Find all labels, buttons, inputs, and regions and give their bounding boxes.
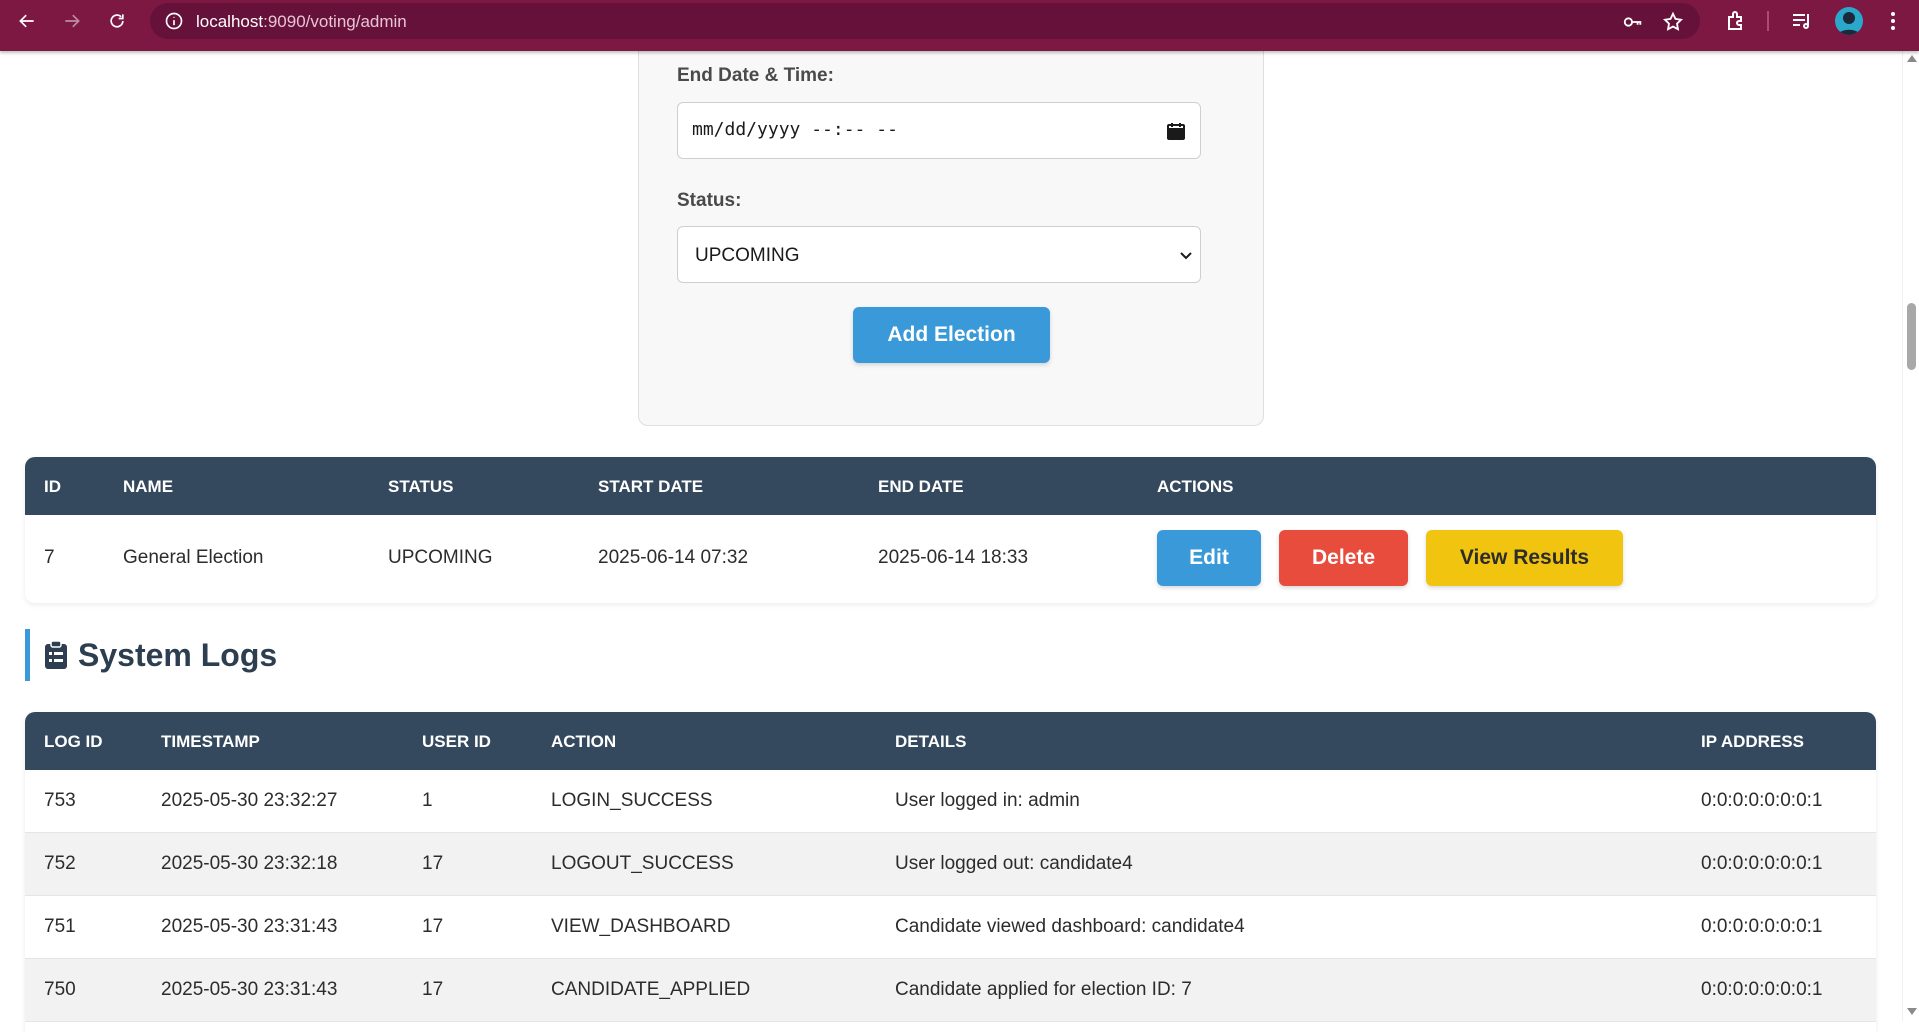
log-id: 751 xyxy=(44,916,76,937)
url-path: :9090/voting/admin xyxy=(263,12,407,31)
toolbar-divider xyxy=(1767,11,1769,31)
election-start-date: 2025-06-14 07:32 xyxy=(598,547,749,568)
reload-icon xyxy=(110,14,124,28)
forward-button[interactable] xyxy=(57,6,87,36)
table-row: 753 2025-05-30 23:32:27 1 LOGIN_SUCCESS … xyxy=(25,770,1876,833)
url-host: localhost xyxy=(196,12,264,31)
log-action: VIEW_DASHBOARD xyxy=(551,916,731,937)
elections-table-header: ID NAME STATUS START DATE END DATE ACTIO… xyxy=(25,457,1876,515)
col-actions: ACTIONS xyxy=(1157,477,1234,496)
user-avatar-icon xyxy=(1838,12,1860,35)
table-row: 7 General Election UPCOMING 2025-06-14 0… xyxy=(25,515,1876,603)
col-end-date: END DATE xyxy=(878,477,964,496)
key-icon[interactable] xyxy=(1622,11,1644,33)
col-status: STATUS xyxy=(388,477,454,496)
end-date-input[interactable]: mm/dd/yyyy --:-- -- xyxy=(677,102,1201,159)
election-name: General Election xyxy=(123,547,264,568)
clipboard-list-icon xyxy=(45,640,67,669)
election-id: 7 xyxy=(44,547,55,568)
chevron-down-icon xyxy=(1180,252,1192,260)
log-timestamp: 2025-05-30 23:32:18 xyxy=(161,853,338,874)
system-logs-title: System Logs xyxy=(78,636,278,673)
browser-toolbar: localhost:9090/voting/admin xyxy=(0,0,1919,51)
log-action: LOGOUT_SUCCESS xyxy=(551,853,734,874)
calendar-icon[interactable] xyxy=(1166,121,1186,141)
log-timestamp: 2025-05-30 23:31:43 xyxy=(161,979,338,1000)
extensions-icon[interactable] xyxy=(1725,9,1749,33)
col-start-date: START DATE xyxy=(598,477,704,496)
col-user-id: USER ID xyxy=(422,732,491,751)
scrollbar-thumb[interactable] xyxy=(1907,303,1916,370)
status-select-value: UPCOMING xyxy=(695,245,800,266)
elections-table: ID NAME STATUS START DATE END DATE ACTIO… xyxy=(25,457,1876,603)
reload-button[interactable] xyxy=(102,6,132,36)
col-action: ACTION xyxy=(551,732,617,751)
logs-table-header: LOG ID TIMESTAMP USER ID ACTION DETAILS … xyxy=(25,712,1876,770)
log-id: 752 xyxy=(44,853,76,874)
table-row: 752 2025-05-30 23:32:18 17 LOGOUT_SUCCES… xyxy=(25,833,1876,896)
table-row: 750 2025-05-30 23:31:43 17 CANDIDATE_APP… xyxy=(25,959,1876,1022)
log-ip: 0:0:0:0:0:0:0:1 xyxy=(1701,916,1823,937)
col-id: ID xyxy=(44,477,61,496)
edit-button[interactable]: Edit xyxy=(1157,530,1261,586)
col-ip-address: IP ADDRESS xyxy=(1701,732,1804,751)
col-name: NAME xyxy=(123,477,174,496)
end-date-value: mm/dd/yyyy --:-- -- xyxy=(692,119,898,140)
arrow-right-icon xyxy=(65,14,80,28)
election-status: UPCOMING xyxy=(388,547,493,568)
log-user-id: 17 xyxy=(422,916,444,937)
log-timestamp: 2025-05-30 23:32:27 xyxy=(161,790,338,811)
delete-button[interactable]: Delete xyxy=(1279,530,1408,586)
election-end-date: 2025-06-14 18:33 xyxy=(878,547,1029,568)
log-id: 750 xyxy=(44,979,76,1000)
scroll-down-arrow[interactable] xyxy=(1907,1008,1917,1015)
col-details: DETAILS xyxy=(895,732,967,751)
log-ip: 0:0:0:0:0:0:0:1 xyxy=(1701,979,1823,1000)
end-date-label: End Date & Time: xyxy=(677,65,834,86)
view-results-button[interactable]: View Results xyxy=(1426,530,1623,586)
url-text: localhost:9090/voting/admin xyxy=(196,12,407,32)
log-user-id: 17 xyxy=(422,853,444,874)
status-select[interactable]: UPCOMING xyxy=(677,226,1201,283)
log-user-id: 1 xyxy=(422,790,433,811)
back-button[interactable] xyxy=(12,6,42,36)
log-ip: 0:0:0:0:0:0:0:1 xyxy=(1701,790,1823,811)
log-user-id: 17 xyxy=(422,979,444,1000)
table-row: 751 2025-05-30 23:31:43 17 VIEW_DASHBOAR… xyxy=(25,896,1876,959)
status-label: Status: xyxy=(677,190,742,211)
profile-avatar[interactable] xyxy=(1835,7,1863,35)
add-election-form: End Date & Time: mm/dd/yyyy --:-- -- Sta… xyxy=(638,25,1264,426)
site-info-icon[interactable] xyxy=(164,11,184,31)
col-timestamp: TIMESTAMP xyxy=(161,732,260,751)
col-log-id: LOG ID xyxy=(44,732,103,751)
log-action: LOGIN_SUCCESS xyxy=(551,790,713,811)
add-election-button[interactable]: Add Election xyxy=(853,307,1050,363)
system-logs-table: LOG ID TIMESTAMP USER ID ACTION DETAILS … xyxy=(25,712,1876,1032)
log-details: Candidate applied for election ID: 7 xyxy=(895,979,1192,1000)
system-logs-heading: System Logs xyxy=(25,629,277,681)
media-playlist-icon[interactable] xyxy=(1790,9,1814,33)
arrow-left-icon xyxy=(19,14,34,28)
log-timestamp: 2025-05-30 23:31:43 xyxy=(161,916,338,937)
scroll-up-arrow[interactable] xyxy=(1907,55,1917,62)
log-details: Candidate viewed dashboard: candidate4 xyxy=(895,916,1245,937)
page-scrollbar[interactable] xyxy=(1902,51,1919,1021)
log-details: User logged out: candidate4 xyxy=(895,853,1133,874)
log-details: User logged in: admin xyxy=(895,790,1080,811)
log-ip: 0:0:0:0:0:0:0:1 xyxy=(1701,853,1823,874)
address-bar[interactable]: localhost:9090/voting/admin xyxy=(150,3,1700,39)
log-action: CANDIDATE_APPLIED xyxy=(551,979,751,1000)
menu-kebab-icon[interactable] xyxy=(1881,9,1905,33)
bookmark-star-icon[interactable] xyxy=(1662,11,1684,33)
log-id: 753 xyxy=(44,790,76,811)
